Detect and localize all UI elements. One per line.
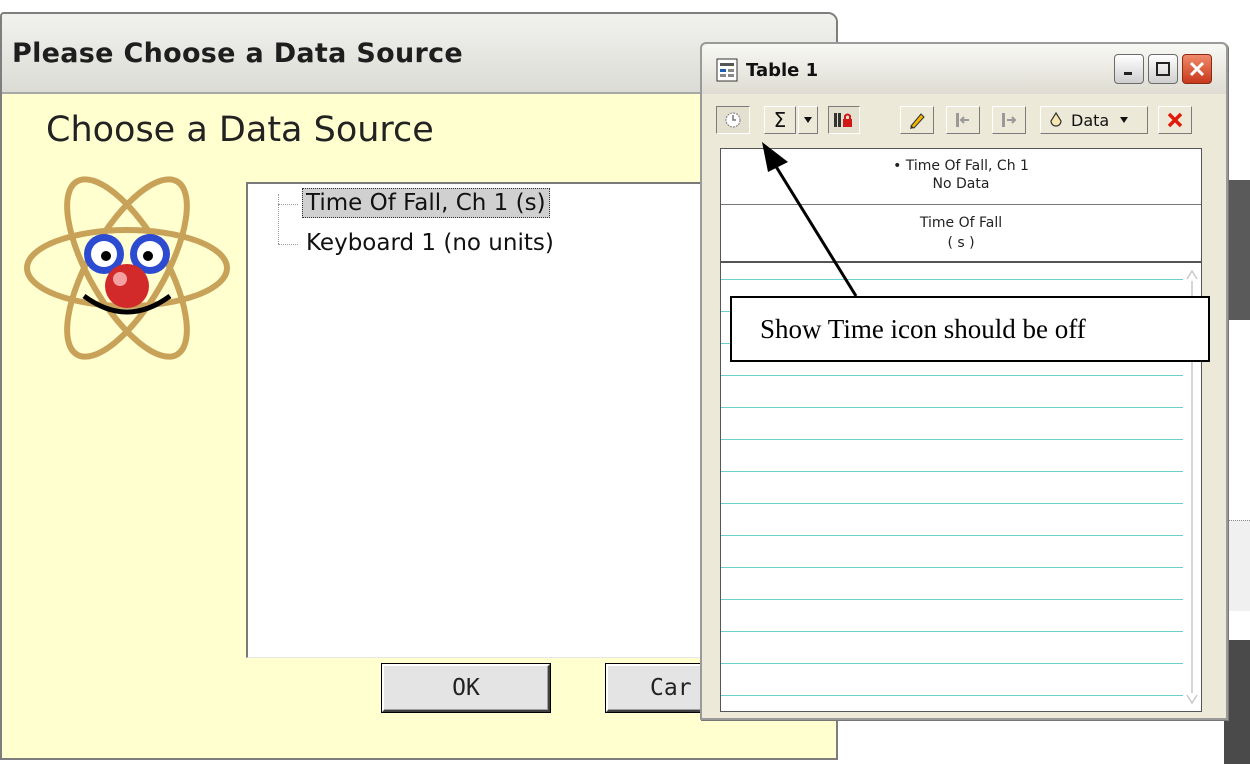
table-row[interactable] xyxy=(721,663,1199,664)
data-menu-label: Data xyxy=(1071,110,1110,130)
insert-left-button[interactable] xyxy=(946,106,980,134)
table-row[interactable] xyxy=(721,599,1199,600)
delete-x-icon xyxy=(1167,112,1183,128)
source-item-time-of-fall[interactable]: Time Of Fall, Ch 1 (s) xyxy=(302,188,550,218)
atom-mascot-icon xyxy=(24,176,230,360)
chevron-down-icon xyxy=(804,117,812,123)
annotation-callout: Show Time icon should be off xyxy=(730,296,1210,362)
table-row[interactable] xyxy=(721,439,1199,440)
edit-button[interactable] xyxy=(900,106,934,134)
table-row[interactable] xyxy=(721,503,1199,504)
dialog-title: Please Choose a Data Source xyxy=(12,38,464,69)
minimize-icon xyxy=(1124,72,1132,75)
sigma-icon: Σ xyxy=(773,108,787,132)
table-row[interactable] xyxy=(721,695,1199,696)
insert-column-left-icon xyxy=(956,113,969,127)
statistics-dropdown[interactable] xyxy=(798,106,818,134)
column-lock-icon xyxy=(834,113,852,127)
annotation-text: Show Time icon should be off xyxy=(760,313,1086,344)
maximize-icon xyxy=(1156,62,1170,76)
insert-column-right-icon xyxy=(1002,113,1017,127)
table-row[interactable] xyxy=(721,407,1199,408)
column-units: ( s ) xyxy=(947,235,975,251)
data-source-tree[interactable]: Time Of Fall, Ch 1 (s) Keyboard 1 (no un… xyxy=(246,182,716,658)
table-window: Table 1 Σ Data • Time Of Fall, Ch 1 No D… xyxy=(700,42,1228,720)
source-item-keyboard[interactable]: Keyboard 1 (no units) xyxy=(302,228,558,258)
column-name: Time Of Fall xyxy=(919,215,1003,231)
table-row[interactable] xyxy=(721,279,1199,280)
minimize-button[interactable] xyxy=(1114,54,1144,84)
data-menu-button[interactable]: Data xyxy=(1040,106,1148,134)
table-row[interactable] xyxy=(721,471,1199,472)
column-status: No Data xyxy=(932,176,990,192)
insert-right-button[interactable] xyxy=(992,106,1026,134)
data-drop-icon xyxy=(1050,111,1062,127)
column-source-header[interactable]: • Time Of Fall, Ch 1 No Data xyxy=(721,149,1201,205)
column-name-header[interactable]: Time Of Fall ( s ) xyxy=(721,205,1201,263)
statistics-button[interactable]: Σ xyxy=(764,106,796,134)
bullet-icon: • xyxy=(893,158,906,174)
show-time-button[interactable] xyxy=(716,106,750,134)
table-toolbar: Σ Data xyxy=(710,102,1220,140)
ok-button[interactable]: OK xyxy=(382,664,550,712)
clock-icon xyxy=(725,112,741,128)
dialog-heading: Choose a Data Source xyxy=(46,110,434,150)
maximize-button[interactable] xyxy=(1148,54,1178,84)
table-window-title: Table 1 xyxy=(746,60,819,81)
table-row[interactable] xyxy=(721,567,1199,568)
data-table[interactable]: • Time Of Fall, Ch 1 No Data Time Of Fal… xyxy=(720,148,1202,712)
column-source-label: Time Of Fall, Ch 1 xyxy=(905,158,1029,174)
pencil-icon xyxy=(910,113,925,129)
close-icon xyxy=(1189,61,1205,77)
delete-column-button[interactable] xyxy=(1158,106,1192,134)
chevron-down-icon xyxy=(1120,117,1129,123)
table-row[interactable] xyxy=(721,535,1199,536)
table-row[interactable] xyxy=(721,631,1199,632)
table-row[interactable] xyxy=(721,375,1199,376)
column-lock-button[interactable] xyxy=(828,106,860,134)
close-button[interactable] xyxy=(1182,54,1212,84)
table-titlebar[interactable]: Table 1 xyxy=(702,44,1226,94)
table-document-icon xyxy=(716,58,738,82)
